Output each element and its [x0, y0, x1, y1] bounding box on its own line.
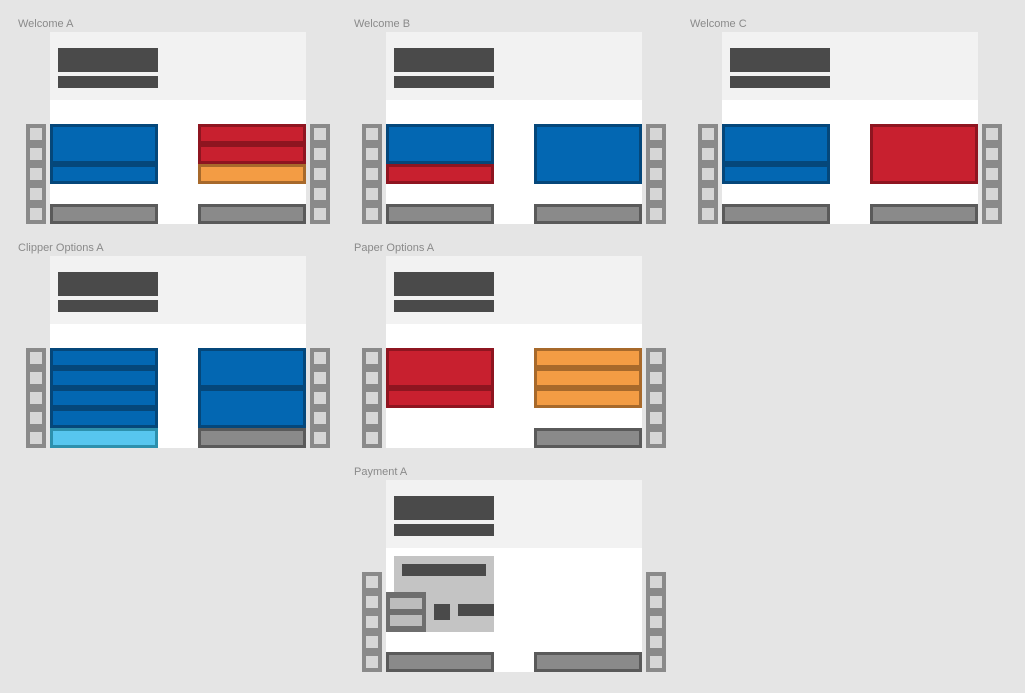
block-divider [389, 385, 491, 391]
right-film-rail [310, 124, 330, 224]
subtitle-placeholder [58, 76, 158, 88]
subtitle-placeholder [58, 300, 158, 312]
gray-button-bar[interactable] [722, 204, 830, 224]
gray-button-bar[interactable] [198, 204, 306, 224]
board-header [50, 256, 306, 324]
left-film-rail [698, 124, 718, 224]
red-block [386, 348, 494, 408]
title-placeholder [394, 48, 494, 72]
orange-block [534, 348, 642, 408]
block-divider [537, 385, 639, 391]
board-paper-options-a[interactable] [386, 256, 642, 448]
board-header [386, 256, 642, 324]
orange-block [198, 164, 306, 184]
left-film-rail [362, 124, 382, 224]
block-divider [53, 365, 155, 371]
right-film-rail [646, 572, 666, 672]
board-header [386, 480, 642, 548]
red-block [198, 124, 306, 164]
subtitle-placeholder [730, 76, 830, 88]
title-placeholder [730, 48, 830, 72]
blue-block [386, 124, 494, 164]
blue-block [50, 348, 158, 428]
gray-button-bar[interactable] [386, 652, 494, 672]
left-film-rail [362, 348, 382, 448]
gray-button-bar[interactable] [534, 652, 642, 672]
title-placeholder [394, 272, 494, 296]
light-blue-block [50, 428, 158, 448]
board-title-paper-options-a: Paper Options A [354, 242, 435, 254]
board-payment-a[interactable] [386, 480, 642, 672]
subtitle-placeholder [394, 76, 494, 88]
block-divider [537, 365, 639, 371]
block-divider [725, 161, 827, 167]
block-divider [201, 385, 303, 391]
blue-block [534, 124, 642, 184]
left-film-rail [26, 124, 46, 224]
board-header [722, 32, 978, 100]
title-placeholder [58, 272, 158, 296]
checkbox-placeholder[interactable] [434, 604, 450, 620]
board-title-clipper-options-a: Clipper Options A [18, 242, 104, 254]
board-title-welcome-b: Welcome B [354, 18, 411, 30]
field-placeholder [458, 604, 494, 616]
red-block [870, 124, 978, 184]
board-title-payment-a: Payment A [354, 466, 408, 478]
right-film-rail [310, 348, 330, 448]
blue-block [722, 124, 830, 184]
board-clipper-options-a[interactable] [50, 256, 306, 448]
title-placeholder [58, 48, 158, 72]
blue-block [198, 348, 306, 428]
gray-button-bar[interactable] [870, 204, 978, 224]
right-film-rail [982, 124, 1002, 224]
blue-block [50, 124, 158, 184]
board-welcome-c[interactable] [722, 32, 978, 224]
board-title-welcome-a: Welcome A [18, 18, 74, 30]
gray-button-bar[interactable] [534, 428, 642, 448]
gray-button-bar[interactable] [198, 428, 306, 448]
left-film-rail [362, 572, 382, 672]
board-header [50, 32, 306, 100]
block-divider [53, 161, 155, 167]
board-welcome-b[interactable] [386, 32, 642, 224]
board-title-welcome-c: Welcome C [690, 18, 747, 30]
block-divider [201, 141, 303, 147]
block-divider [53, 405, 155, 411]
right-film-rail [646, 124, 666, 224]
gray-button-bar[interactable] [534, 204, 642, 224]
left-film-rail [26, 348, 46, 448]
right-film-rail [646, 348, 666, 448]
block-divider [53, 385, 155, 391]
form-title-placeholder [402, 564, 486, 576]
title-placeholder [394, 496, 494, 520]
subtitle-placeholder [394, 300, 494, 312]
gray-button-bar[interactable] [386, 204, 494, 224]
gray-button-bar[interactable] [50, 204, 158, 224]
subtitle-placeholder [394, 524, 494, 536]
red-block [386, 164, 494, 184]
board-header [386, 32, 642, 100]
board-welcome-a[interactable] [50, 32, 306, 224]
mini-film-rail [386, 592, 426, 632]
